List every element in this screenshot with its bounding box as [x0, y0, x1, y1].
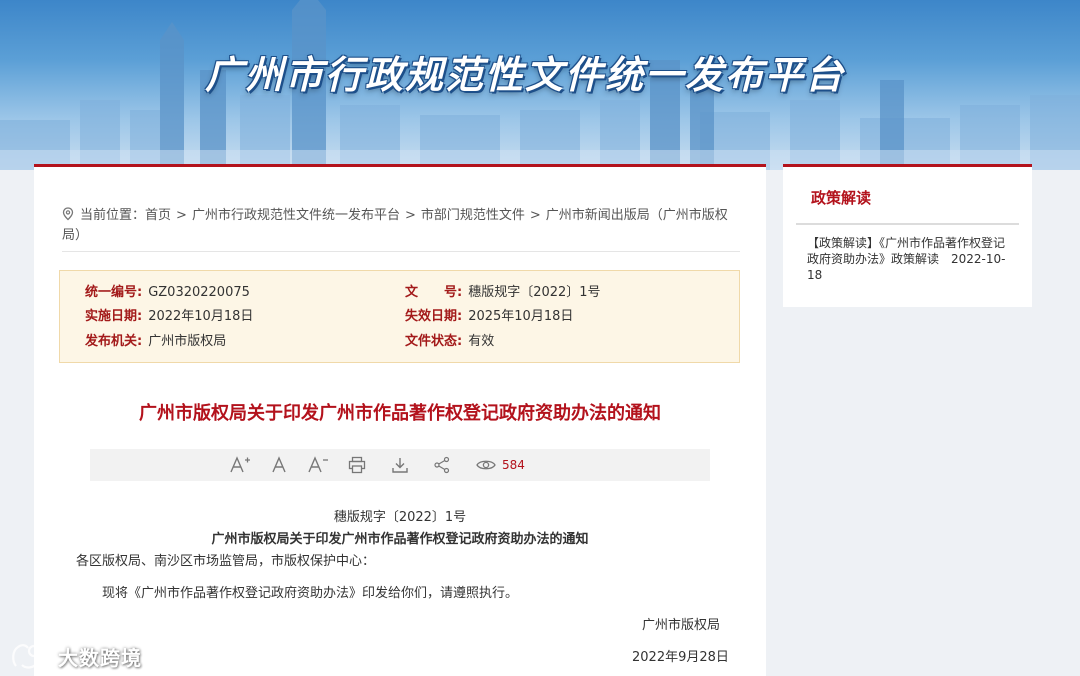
font-normal-icon	[272, 456, 286, 473]
effective-date-value: 2022年10月18日	[148, 309, 254, 324]
document-date: 2022年9月28日	[632, 650, 729, 665]
print-button[interactable]	[345, 455, 369, 475]
document-body-paragraph: 现将《广州市作品著作权登记政府资助办法》印发给你们，请遵照执行。	[102, 586, 519, 601]
document-status-field: 文件状态: 有效	[405, 330, 494, 354]
breadcrumb-separator: >	[176, 208, 187, 223]
breadcrumb: 当前位置：首页 > 广州市行政规范性文件统一发布平台 > 市部门规范性文件 > 广州市新闻出…	[62, 207, 742, 245]
font-decrease-button[interactable]	[306, 455, 330, 475]
view-count: 584	[502, 458, 525, 472]
side-panel-title: 政策解读	[811, 189, 872, 207]
effective-date-label: 实施日期:	[85, 309, 143, 324]
document-number-field: 文 号: 穗版规字〔2022〕1号	[405, 281, 601, 305]
effective-date-field: 实施日期: 2022年10月18日	[85, 305, 253, 329]
location-pin-icon	[62, 207, 76, 227]
expiry-date-value: 2025年10月18日	[468, 309, 574, 324]
meta-row: 发布机关: 广州市版权局 文件状态: 有效	[60, 330, 739, 354]
download-button[interactable]	[388, 455, 412, 475]
breadcrumb-prefix: 当前位置：	[80, 208, 146, 223]
issuer-field: 发布机关: 广州市版权局	[85, 330, 226, 354]
share-button[interactable]	[430, 455, 454, 475]
main-content-panel: 当前位置：首页 > 广州市行政规范性文件统一发布平台 > 市部门规范性文件 > 广州市新闻出…	[34, 164, 766, 676]
document-status-label: 文件状态:	[405, 334, 463, 349]
expiry-date-field: 失效日期: 2025年10月18日	[405, 305, 573, 329]
watermark: 大数跨境	[10, 640, 142, 672]
issuer-value: 广州市版权局	[148, 334, 227, 349]
view-counter: 584	[476, 455, 525, 475]
document-meta-box: 统一编号: GZ0320220075 文 号: 穗版规字〔2022〕1号 实施日期:…	[59, 270, 740, 363]
breadcrumb-separator: >	[404, 208, 416, 223]
document-number-value: 穗版规字〔2022〕1号	[468, 285, 601, 300]
document-number-line: 穗版规字〔2022〕1号	[333, 510, 467, 525]
document-status-value: 有效	[468, 334, 495, 349]
meta-row: 实施日期: 2022年10月18日 失效日期: 2025年10月18日	[60, 305, 739, 329]
serial-number-value: GZ0320220075	[148, 285, 250, 300]
watermark-text: 大数跨境	[58, 645, 142, 670]
expiry-date-label: 失效日期:	[405, 309, 463, 324]
font-increase-button[interactable]	[228, 455, 252, 475]
side-panel-divider	[796, 223, 1019, 225]
serial-number-label: 统一编号:	[85, 285, 143, 300]
document-subtitle: 广州市版权局关于印发广州市作品著作权登记政府资助办法的通知	[211, 532, 589, 547]
download-icon	[392, 458, 408, 473]
meta-row: 统一编号: GZ0320220075 文 号: 穗版规字〔2022〕1号	[60, 281, 739, 305]
print-icon	[348, 456, 366, 474]
document-title: 广州市版权局关于印发广州市作品著作权登记政府资助办法的通知	[139, 403, 661, 424]
breadcrumb-department-docs-link[interactable]: 市部门规范性文件	[421, 208, 525, 223]
breadcrumb-home-link[interactable]: 首页	[145, 208, 171, 223]
breadcrumb-platform-link[interactable]: 广州市行政规范性文件统一发布平台	[192, 208, 400, 223]
breadcrumb-separator: >	[529, 208, 541, 223]
article-toolbar: 584	[90, 449, 710, 481]
serial-number-field: 统一编号: GZ0320220075	[85, 281, 250, 305]
document-number-label: 文 号:	[405, 285, 463, 300]
policy-interpretation-link[interactable]: 【政策解读】《广州市作品著作权登记政府资助办法》政策解读 2022-10-18	[807, 235, 1015, 283]
document-recipients: 各区版权局、南沙区市场监管局，市版权保护中心：	[76, 554, 376, 569]
watermark-logo-icon	[12, 644, 51, 669]
eye-icon	[476, 460, 496, 470]
site-title: 广州市行政规范性文件统一发布平台	[204, 53, 845, 97]
font-normal-button[interactable]	[268, 455, 292, 475]
font-decrease-icon	[308, 456, 328, 473]
document-signer: 广州市版权局	[642, 618, 721, 633]
header-banner: 广州市行政规范性文件统一发布平台	[0, 0, 1080, 170]
issuer-label: 发布机关:	[85, 334, 143, 349]
policy-interpretation-panel: 政策解读 【政策解读】《广州市作品著作权登记政府资助办法》政策解读 2022-1…	[783, 164, 1032, 307]
share-icon	[434, 456, 450, 474]
font-increase-icon	[230, 456, 250, 473]
breadcrumb-divider	[62, 251, 740, 252]
